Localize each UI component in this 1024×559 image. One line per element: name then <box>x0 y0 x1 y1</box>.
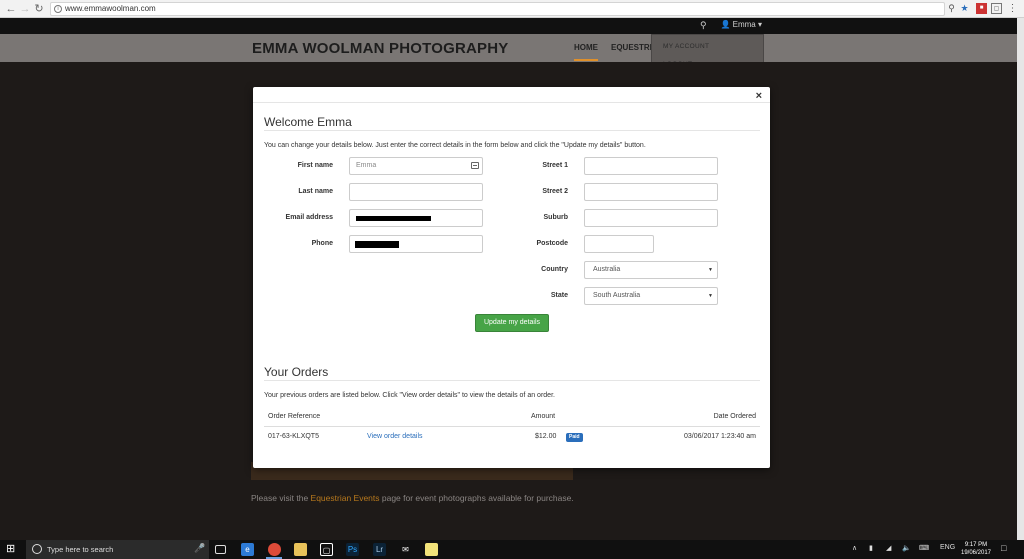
taskbar-search-placeholder: Type here to search <box>47 545 114 554</box>
last-name-label: Last name <box>298 188 333 195</box>
cortana-icon <box>32 544 42 554</box>
mail-icon[interactable]: ✉ <box>399 543 412 556</box>
col-amount: Amount <box>531 413 556 420</box>
intro-text: You can change your details below. Just … <box>264 142 646 149</box>
modal-header-divider <box>253 102 770 103</box>
country-select[interactable]: Australia ▼ <box>584 261 718 279</box>
visit-suffix: page for event photographs available for… <box>379 493 574 503</box>
star-icon[interactable]: ★ <box>959 3 970 14</box>
arrow-left-icon[interactable]: ← <box>4 2 18 16</box>
address-bar[interactable]: i www.emmawoolman.com <box>50 2 945 16</box>
welcome-title: Welcome Emma <box>264 115 352 129</box>
wifi-icon[interactable]: ◢ <box>886 544 891 552</box>
browser-toolbar: ← → ↻ i www.emmawoolman.com ⚲ ★ ■ ▢ ⋮ <box>0 0 1024 18</box>
page-scrollbar[interactable] <box>1017 18 1024 540</box>
notifications-icon[interactable]: □ <box>1001 543 1006 553</box>
sticky-notes-icon[interactable] <box>425 543 438 556</box>
postcode-field[interactable] <box>584 235 654 253</box>
taskbar-search[interactable]: Type here to search 🎤 <box>26 540 209 559</box>
visit-text: Please visit the Equestrian Events page … <box>251 493 574 503</box>
country-value: Australia <box>593 266 621 273</box>
task-view-icon[interactable] <box>215 545 226 554</box>
extension-icon[interactable]: ▢ <box>991 3 1002 14</box>
orders-note: Your previous orders are listed below. C… <box>264 392 555 399</box>
windows-start-icon[interactable]: ⊞ <box>6 544 15 555</box>
email-field[interactable] <box>349 209 483 227</box>
country-label: Country <box>541 266 568 273</box>
redacted-phone <box>355 241 399 248</box>
volume-icon[interactable]: 🔈 <box>902 544 911 552</box>
menu-icon[interactable]: ⋮ <box>1007 3 1018 14</box>
first-name-field[interactable]: Emma <box>349 157 483 175</box>
user-menu-label: Emma <box>732 20 756 29</box>
first-name-value: Emma <box>356 162 377 169</box>
chevron-up-icon[interactable]: ∧ <box>852 544 857 552</box>
edge-icon[interactable]: e <box>241 543 254 556</box>
info-icon[interactable]: i <box>54 5 62 13</box>
lightroom-icon[interactable]: Lr <box>373 543 386 556</box>
col-order-reference: Order Reference <box>268 413 321 420</box>
divider <box>264 130 760 131</box>
postcode-label: Postcode <box>536 240 568 247</box>
battery-icon[interactable]: ▮ <box>869 544 873 552</box>
order-date: 03/06/2017 1:23:40 am <box>683 433 756 440</box>
order-reference: 017-63-KLXQT5 <box>268 433 319 440</box>
street1-label: Street 1 <box>542 162 568 169</box>
main-nav <box>0 34 1017 62</box>
site-top-strip <box>0 18 1017 34</box>
dropdown-my-account[interactable]: MY ACCOUNT <box>652 35 763 53</box>
clock-time: 9:17 PM <box>964 542 988 548</box>
state-label: State <box>550 292 568 299</box>
key-icon[interactable]: ⚲ <box>946 3 957 14</box>
state-select[interactable]: South Australia ▼ <box>584 287 718 305</box>
redacted-email <box>356 216 431 221</box>
reload-icon[interactable]: ↻ <box>32 2 46 16</box>
suburb-label: Suburb <box>543 214 569 221</box>
close-icon[interactable]: × <box>756 90 762 102</box>
keyboard-icon[interactable]: ⌨ <box>919 544 929 552</box>
street2-field[interactable] <box>584 183 718 201</box>
chevron-down-icon: ▼ <box>708 267 713 273</box>
update-details-button[interactable]: Update my details <box>475 314 549 332</box>
street1-field[interactable] <box>584 157 718 175</box>
url-text: www.emmawoolman.com <box>65 4 156 13</box>
file-explorer-icon[interactable] <box>294 543 307 556</box>
state-value: South Australia <box>593 292 641 299</box>
nav-home[interactable]: HOME <box>574 43 598 61</box>
col-date-ordered: Date Ordered <box>713 413 756 420</box>
arrow-right-icon[interactable]: → <box>18 2 32 16</box>
equestrian-events-link[interactable]: Equestrian Events <box>311 493 380 503</box>
first-name-label: First name <box>297 162 333 169</box>
extension-icon[interactable]: ■ <box>976 3 987 14</box>
phone-field[interactable] <box>349 235 483 253</box>
clock[interactable]: 9:17 PM 19/06/2017 <box>956 541 996 557</box>
search-icon[interactable]: ⚲ <box>700 20 707 31</box>
chrome-icon[interactable] <box>268 543 281 556</box>
photoshop-icon[interactable]: Ps <box>346 543 359 556</box>
last-name-field[interactable] <box>349 183 483 201</box>
suburb-field[interactable] <box>584 209 718 227</box>
view-order-details-link[interactable]: View order details <box>367 433 423 440</box>
visit-prefix: Please visit the <box>251 493 311 503</box>
street2-label: Street 2 <box>542 188 568 195</box>
orders-title: Your Orders <box>264 365 329 379</box>
chevron-down-icon: ▼ <box>708 293 713 299</box>
site-brand[interactable]: EMMA WOOLMAN PHOTOGRAPHY <box>252 40 508 57</box>
microphone-icon[interactable]: 🎤 <box>194 543 205 554</box>
taskbar: ⊞ Type here to search 🎤 e ▢ Ps Lr ✉ ∧ ▮ … <box>0 540 1024 559</box>
store-icon[interactable]: ▢ <box>320 543 333 556</box>
account-modal: × Welcome Emma You can change your detai… <box>253 87 770 468</box>
phone-label: Phone <box>311 240 333 247</box>
user-menu[interactable]: 👤 Emma ▾ <box>720 20 762 29</box>
table-header-divider <box>264 426 760 427</box>
divider <box>264 380 760 381</box>
status-badge: Paid <box>566 433 583 442</box>
email-label: Email address <box>285 214 333 221</box>
language-indicator[interactable]: ENG <box>940 544 955 551</box>
clock-date: 19/06/2017 <box>960 550 992 556</box>
order-amount: $12.00 <box>535 433 557 440</box>
